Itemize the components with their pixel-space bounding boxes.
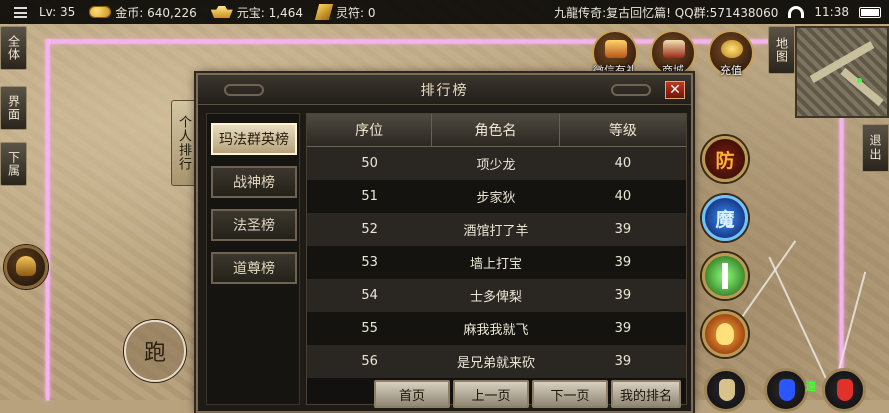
cell-name: 墙上打宝 <box>470 257 523 272</box>
my-rank-button[interactable]: 我的排名 <box>611 380 681 408</box>
magic-skill-button[interactable]: 魔 <box>702 195 748 241</box>
category-magic-saint[interactable]: 法圣榜 <box>211 209 297 241</box>
cell-name: 步家狄 <box>476 191 516 206</box>
potion-slot-1[interactable] <box>704 368 748 412</box>
table-row[interactable]: 53 墙上打宝 39 <box>307 246 686 279</box>
run-button[interactable]: 跑 <box>124 320 186 382</box>
gold-coin-icon <box>89 6 112 18</box>
cell-rank: 53 <box>361 255 378 270</box>
cell-name: 项少龙 <box>476 158 516 173</box>
panel-title: 排行榜 <box>420 82 469 99</box>
column-level: 等级 <box>608 123 637 139</box>
level-display: Lv: 35 <box>39 5 76 19</box>
table-row[interactable]: 54 士多俾梨 39 <box>307 279 686 312</box>
tab-subordinates[interactable]: 下属 <box>0 142 27 186</box>
status-bar: Lv: 35 金币: 640,226 元宝: 1,464 灵符: 0 九龍传奇:… <box>0 0 889 24</box>
lingfu-display: 灵符: 0 <box>314 4 375 21</box>
cell-name: 麻我我就飞 <box>463 323 529 338</box>
category-mafa-heroes[interactable]: 玛法群英榜 <box>211 123 297 155</box>
fire-icon <box>716 323 734 345</box>
cell-level: 39 <box>614 321 632 336</box>
helmet-icon <box>16 256 36 276</box>
coins-icon <box>721 40 743 58</box>
tab-personal-ranking[interactable]: 个人排行 <box>171 100 196 186</box>
gold-ingot-icon <box>210 6 233 18</box>
run-button-label: 跑 <box>143 341 166 366</box>
cell-rank: 52 <box>361 222 378 237</box>
battery-icon <box>859 6 881 18</box>
cell-rank: 54 <box>361 288 378 303</box>
table-row[interactable]: 55 麻我我就飞 39 <box>307 312 686 345</box>
gold-display: 金币: 640,226 <box>89 4 197 21</box>
column-rank: 序位 <box>307 114 433 146</box>
recharge-button[interactable]: 充值 <box>708 30 754 77</box>
cell-name: 士多俾梨 <box>470 290 523 305</box>
tab-map[interactable]: 地图 <box>768 26 795 74</box>
talisman-icon <box>314 4 334 20</box>
prev-page-button[interactable]: 上一页 <box>453 380 529 408</box>
table-row[interactable]: 51 步家狄 40 <box>307 180 686 213</box>
helmet-avatar-button[interactable] <box>4 245 48 289</box>
leaderboard-panel: 排行榜 ✕ 玛法群英榜 战神榜 法圣榜 道尊榜 序位 角色名 等级 50 项少龙 4… <box>196 73 693 413</box>
recharge-label: 充值 <box>720 64 742 77</box>
map-boundary-left <box>46 40 49 400</box>
yuanbao-display: 元宝: 1,464 <box>210 4 303 21</box>
category-list: 玛法群英榜 战神榜 法圣榜 道尊榜 <box>206 113 300 405</box>
potion-slot-3[interactable] <box>822 368 866 412</box>
cell-level: 40 <box>614 156 632 171</box>
shop-button[interactable]: 商城 <box>650 30 696 77</box>
close-icon: ✕ <box>669 82 681 98</box>
table-row[interactable]: 52 酒馆打了羊 39 <box>307 213 686 246</box>
heal-skill-button[interactable] <box>702 253 748 299</box>
potion-slot-2[interactable] <box>764 368 808 412</box>
cell-rank: 55 <box>361 321 378 336</box>
category-war-god[interactable]: 战神榜 <box>211 166 297 198</box>
defense-skill-button[interactable]: 防 <box>702 136 748 182</box>
exit-button[interactable]: 退出 <box>862 124 889 172</box>
magic-skill-label: 魔 <box>715 208 735 231</box>
close-button[interactable]: ✕ <box>665 81 685 99</box>
defense-skill-label: 防 <box>715 149 735 172</box>
tab-all[interactable]: 全体 <box>0 26 27 70</box>
header-ornament-left <box>224 84 264 96</box>
first-page-button[interactable]: 首页 <box>374 380 450 408</box>
potion-speed-tag: 速 <box>805 380 816 393</box>
table-row[interactable]: 50 项少龙 40 <box>307 147 686 180</box>
cell-level: 39 <box>614 354 632 369</box>
menu-icon[interactable] <box>14 6 35 18</box>
header-ornament-right <box>611 84 651 96</box>
tab-interface[interactable]: 界面 <box>0 86 27 130</box>
sword-icon <box>722 263 728 289</box>
cell-level: 40 <box>614 189 632 204</box>
cell-level: 39 <box>614 255 632 270</box>
announcement-text: 九龍传奇:复古回忆篇! QQ群:571438060 <box>554 5 779 20</box>
cell-level: 39 <box>614 222 632 237</box>
cell-rank: 51 <box>361 189 378 204</box>
column-name: 角色名 <box>432 114 560 146</box>
wechat-gift-button[interactable]: 微信有礼 <box>592 30 638 77</box>
table-row[interactable]: 56 是兄弟就来砍 39 <box>307 345 686 378</box>
cell-rank: 56 <box>361 354 378 369</box>
shop-icon <box>663 40 685 58</box>
player-marker <box>857 78 862 83</box>
cell-name: 是兄弟就来砍 <box>457 356 536 371</box>
ranking-table: 序位 角色名 等级 50 项少龙 40 51 步家狄 40 52 酒馆打了羊 39 53 墙上打宝 3… <box>306 113 687 405</box>
clock: 11:38 <box>814 5 849 19</box>
panel-header: 排行榜 ✕ <box>198 75 691 105</box>
cell-level: 39 <box>614 288 632 303</box>
table-header: 序位 角色名 等级 <box>307 114 686 147</box>
category-taoist-master[interactable]: 道尊榜 <box>211 252 297 284</box>
cell-name: 酒馆打了羊 <box>463 224 529 239</box>
gift-chest-icon <box>605 40 627 58</box>
next-page-button[interactable]: 下一页 <box>532 380 608 408</box>
minimap[interactable] <box>795 26 889 118</box>
wifi-icon <box>788 6 805 18</box>
fire-skill-button[interactable] <box>702 311 748 357</box>
cell-rank: 50 <box>361 156 378 171</box>
